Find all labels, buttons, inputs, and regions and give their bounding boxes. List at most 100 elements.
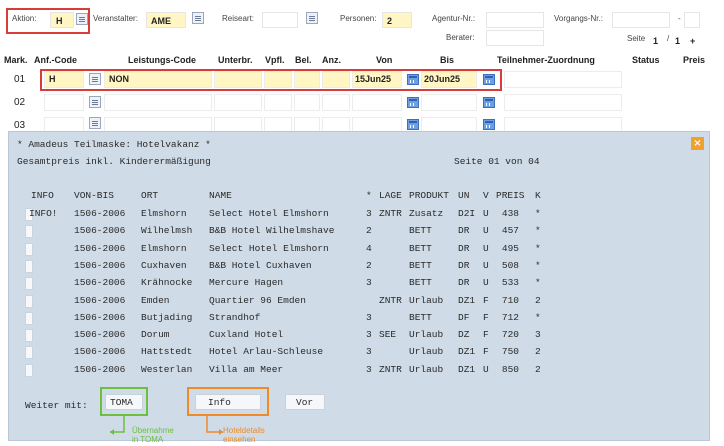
hotel-name: Quartier 96 Emden <box>209 294 306 306</box>
hotel-row[interactable]: 1506-2006 Cuxhaven B&B Hotel Cuxhaven 2 BETT… <box>9 259 709 274</box>
hotel-ort: Cuxhaven <box>141 259 187 271</box>
col-anz: Anz. <box>322 55 341 65</box>
anf-lookup-icon[interactable] <box>89 96 101 108</box>
row-number: 02 <box>14 97 26 108</box>
hotel-produkt: BETT <box>409 242 432 254</box>
bel-cell[interactable] <box>294 94 320 111</box>
row-select-marker[interactable] <box>25 346 33 360</box>
row-select-marker[interactable] <box>25 311 33 325</box>
close-icon[interactable]: × <box>691 137 704 150</box>
hotel-row[interactable]: 1506-2006 Westerlan Villa am Meer 3 ZNTR Urla… <box>9 363 709 378</box>
hdr-name: NAME <box>209 190 232 201</box>
green-arrow-icon <box>110 416 125 435</box>
col-preis: Preis <box>683 55 706 65</box>
hotel-produkt: Urlaub <box>409 294 444 306</box>
hotel-un: DZ1 <box>458 346 476 358</box>
hotel-star: 2 <box>366 225 372 237</box>
row-select-marker[interactable] <box>25 259 33 273</box>
hotel-un: DZ1 <box>458 294 476 306</box>
hotel-k: 2 <box>535 363 541 375</box>
hotel-ort: Dorum <box>141 329 170 341</box>
row-number: 01 <box>14 74 26 85</box>
hotel-star: 3 <box>366 346 372 358</box>
hotel-v: U <box>483 277 489 289</box>
anf-lookup-icon[interactable] <box>89 117 101 129</box>
anf-code-cell[interactable] <box>44 94 84 111</box>
hotel-v: U <box>483 208 489 219</box>
hotel-row[interactable]: 1506-2006 Dorum Cuxland Hotel 3 SEE Urlaub DZ F… <box>9 329 709 343</box>
hotel-k: * <box>535 242 541 254</box>
hotel-row[interactable]: 1506-2006 Wilhelmsh B&B Hotel Wilhelmshave… <box>9 225 709 239</box>
hotel-vonbis: 1506-2006 <box>74 363 126 375</box>
hotel-ort: Elmshorn <box>141 208 187 219</box>
hotel-row[interactable]: 1506-2006 Elmshorn Select Hotel Elmshorn 4 B… <box>9 242 709 257</box>
von-cell[interactable] <box>352 94 402 111</box>
hdr-lage: LAGE <box>379 190 402 201</box>
hotel-row[interactable]: 1506-2006 Emden Quartier 96 Emden ZNTR Urlau… <box>9 294 709 309</box>
hotel-un: DR <box>458 259 470 271</box>
hotel-v: F <box>483 346 489 358</box>
weiter-label: Weiter mit: <box>25 400 88 411</box>
hotelvakanz-panel: × * Amadeus Teilmaske: Hotelvakanz * Ges… <box>8 131 710 444</box>
anz-cell[interactable] <box>322 94 350 111</box>
panel-subtitle: Gesamtpreis inkl. Kinderermäßigung <box>17 156 211 167</box>
col-vpfl: Vpfl. <box>265 55 285 65</box>
row-select-marker[interactable] <box>25 329 33 343</box>
agentur-field[interactable] <box>486 12 544 28</box>
info-input[interactable]: Info <box>195 394 261 410</box>
hotel-produkt: BETT <box>409 277 432 289</box>
personen-field[interactable]: 2 <box>382 12 412 28</box>
reiseart-lookup-icon[interactable] <box>306 12 318 24</box>
reiseart-field[interactable] <box>262 12 298 28</box>
row-select-marker[interactable] <box>25 363 33 377</box>
hotel-star: 3 <box>366 363 372 375</box>
seite-next-button[interactable]: + <box>690 36 695 46</box>
hotel-k: * <box>535 311 541 323</box>
hotel-info: INFO! <box>29 208 58 219</box>
hotel-row[interactable]: 1506-2006 Krähnocke Mercure Hagen 3 BETT DR U 5… <box>9 277 709 291</box>
teilnehmer-cell[interactable] <box>504 94 622 111</box>
bis-calendar-icon[interactable] <box>483 119 495 130</box>
vorgangs-field[interactable] <box>612 12 670 28</box>
row-select-marker[interactable] <box>25 225 33 239</box>
leistungs-code-cell[interactable] <box>104 94 212 111</box>
hotel-lage: ZNTR <box>379 294 402 306</box>
hotel-vonbis: 1506-2006 <box>74 242 126 254</box>
vorgangs-suffix-field[interactable] <box>684 12 700 28</box>
hotel-lage: SEE <box>379 329 397 341</box>
toma-input[interactable]: TOMA <box>105 394 143 410</box>
unterbr-cell[interactable] <box>214 94 262 111</box>
seite-current: 1 <box>653 36 659 46</box>
berater-field[interactable] <box>486 30 544 46</box>
veranstalter-field[interactable]: AME <box>146 12 186 28</box>
bis-calendar-icon[interactable] <box>483 97 495 108</box>
aktion-field[interactable]: H <box>50 12 74 28</box>
agentur-label: Agentur-Nr.: <box>432 14 476 23</box>
hotel-row[interactable]: INFO! 1506-2006 Elmshorn Select Hotel Elmsh… <box>9 208 709 222</box>
aktion-lookup-icon[interactable] <box>76 13 88 25</box>
hotel-row[interactable]: 1506-2006 Butjading Strandhof 3 BETT DF F 712 * <box>9 311 709 326</box>
hotel-produkt: BETT <box>409 259 432 271</box>
hotel-un: DZ <box>458 329 470 341</box>
hdr-preis: PREIS <box>496 190 525 201</box>
vpfl-cell[interactable] <box>264 94 292 111</box>
row-select-marker[interactable] <box>25 294 33 308</box>
veranstalter-lookup-icon[interactable] <box>192 12 204 24</box>
hotel-ort: Butjading <box>141 311 193 323</box>
row-01-highlight <box>40 69 502 91</box>
von-calendar-icon[interactable] <box>407 119 419 130</box>
hotel-produkt: Urlaub <box>409 346 444 358</box>
row-select-marker[interactable] <box>25 242 33 256</box>
bis-cell[interactable] <box>421 94 477 111</box>
von-calendar-icon[interactable] <box>407 97 419 108</box>
vor-input[interactable]: Vor <box>285 394 325 410</box>
hotel-row[interactable]: 1506-2006 Hattstedt Hotel Arlau-Schleuse 3 U… <box>9 346 709 360</box>
aktion-label: Aktion: <box>12 14 37 23</box>
hotel-k: 2 <box>535 346 541 358</box>
hotel-lage: ZNTR <box>379 208 402 219</box>
row-select-marker[interactable] <box>25 277 33 291</box>
teilnehmer-cell[interactable] <box>504 71 622 88</box>
hotel-preis: 720 <box>501 329 519 341</box>
hotel-ort: Westerlan <box>141 363 193 375</box>
hdr-produkt: PRODUKT <box>409 190 449 201</box>
